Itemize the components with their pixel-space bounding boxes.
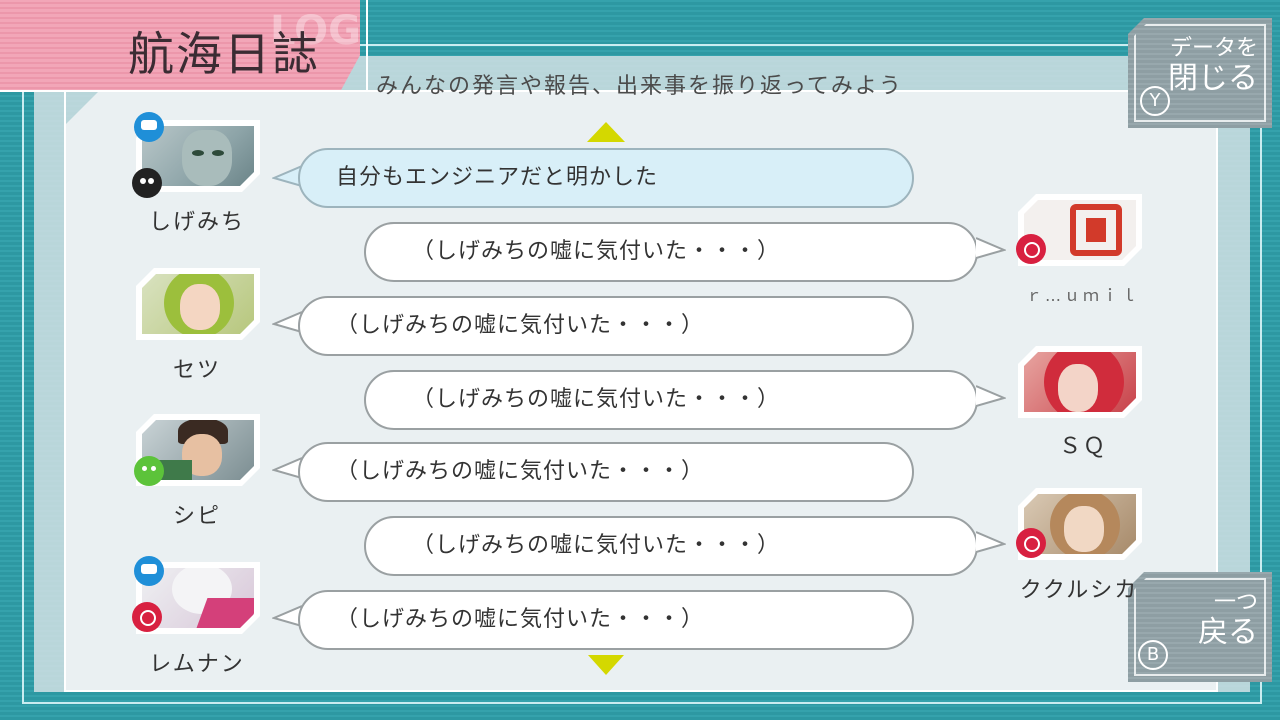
bug-target-shape (1024, 242, 1040, 258)
log-message-bubble: （しげみちの嘘に気付いた・・・） (364, 370, 978, 430)
page-subtitle: みんなの発言や報告、出来事を振り返ってみよう (376, 74, 903, 99)
engineer-icon (134, 556, 164, 586)
alien-icon (134, 456, 164, 486)
avatar-sq (1018, 346, 1142, 418)
bug-target-shape (1024, 536, 1040, 552)
log-screen: LOG 航海日誌 みんなの発言や報告、出来事を振り返ってみよう データを 閉じる… (0, 0, 1280, 720)
close-button-label-top: データを (1169, 36, 1258, 61)
scroll-up-arrow-icon[interactable] (587, 122, 625, 142)
bug-target-shape (140, 610, 156, 626)
alien-eye-shape (142, 466, 147, 471)
bubble-tail (975, 530, 1007, 556)
back-button-label: 戻る (1198, 615, 1258, 650)
emblem-core-shape (1086, 218, 1106, 242)
bubble-tail-shape (975, 385, 1007, 407)
log-message-bubble: （しげみちの嘘に気付いた・・・） (298, 296, 914, 356)
bomb-icon (132, 168, 162, 198)
eye-shape (192, 150, 204, 156)
eye-shape (212, 150, 224, 156)
portrait (1024, 352, 1136, 412)
bug-icon (1016, 234, 1046, 264)
bomb-eye-shape (148, 178, 154, 184)
bubble-tail-shape (975, 531, 1007, 553)
speaker-name: シピ (172, 504, 221, 529)
back-button[interactable]: 一つ 戻る B (1128, 572, 1272, 682)
log-message-bubble: （しげみちの嘘に気付いた・・・） (364, 516, 978, 576)
speaker-name: セツ (172, 358, 221, 383)
bubble-tail-shape (975, 237, 1007, 259)
page-title: 航海日誌 (128, 27, 320, 81)
scroll-down-arrow-icon[interactable] (588, 655, 624, 675)
bubble-tail (975, 384, 1007, 410)
log-message-bubble: （しげみちの嘘に気付いた・・・） (298, 442, 914, 502)
face-shape (1058, 364, 1098, 412)
bubble-tail (975, 236, 1007, 262)
speaker-name: レムナン (149, 652, 245, 677)
speaker-name: ククルシカ (1019, 578, 1139, 603)
avatar-setsu (136, 268, 260, 340)
face-shape (1064, 506, 1104, 552)
engineer-visor-shape (141, 564, 157, 574)
b-key-icon: B (1138, 640, 1168, 670)
log-message-bubble: （しげみちの嘘に気付いた・・・） (364, 222, 978, 282)
bomb-eye-shape (140, 178, 146, 184)
portrait (142, 274, 254, 334)
back-button-label-top: 一つ (1213, 590, 1258, 615)
face-shape (180, 284, 220, 330)
bug-icon (132, 602, 162, 632)
y-key-icon: Y (1140, 86, 1170, 116)
close-data-button[interactable]: データを 閉じる Y (1128, 18, 1272, 128)
log-message-bubble: （しげみちの嘘に気付いた・・・） (298, 590, 914, 650)
engineer-visor-shape (141, 120, 157, 130)
close-button-label: 閉じる (1168, 61, 1258, 96)
alien-head-shape (182, 130, 232, 186)
speaker-name: ｒ…ｕｍｉｌ (1025, 286, 1140, 305)
log-message-bubble: 自分もエンジニアだと明かした (298, 148, 914, 208)
alien-eye-shape (151, 466, 156, 471)
speaker-name: ＳＱ (1058, 434, 1107, 459)
speaker-name: しげみち (148, 210, 245, 235)
bug-icon (1016, 528, 1046, 558)
engineer-icon (134, 112, 164, 142)
